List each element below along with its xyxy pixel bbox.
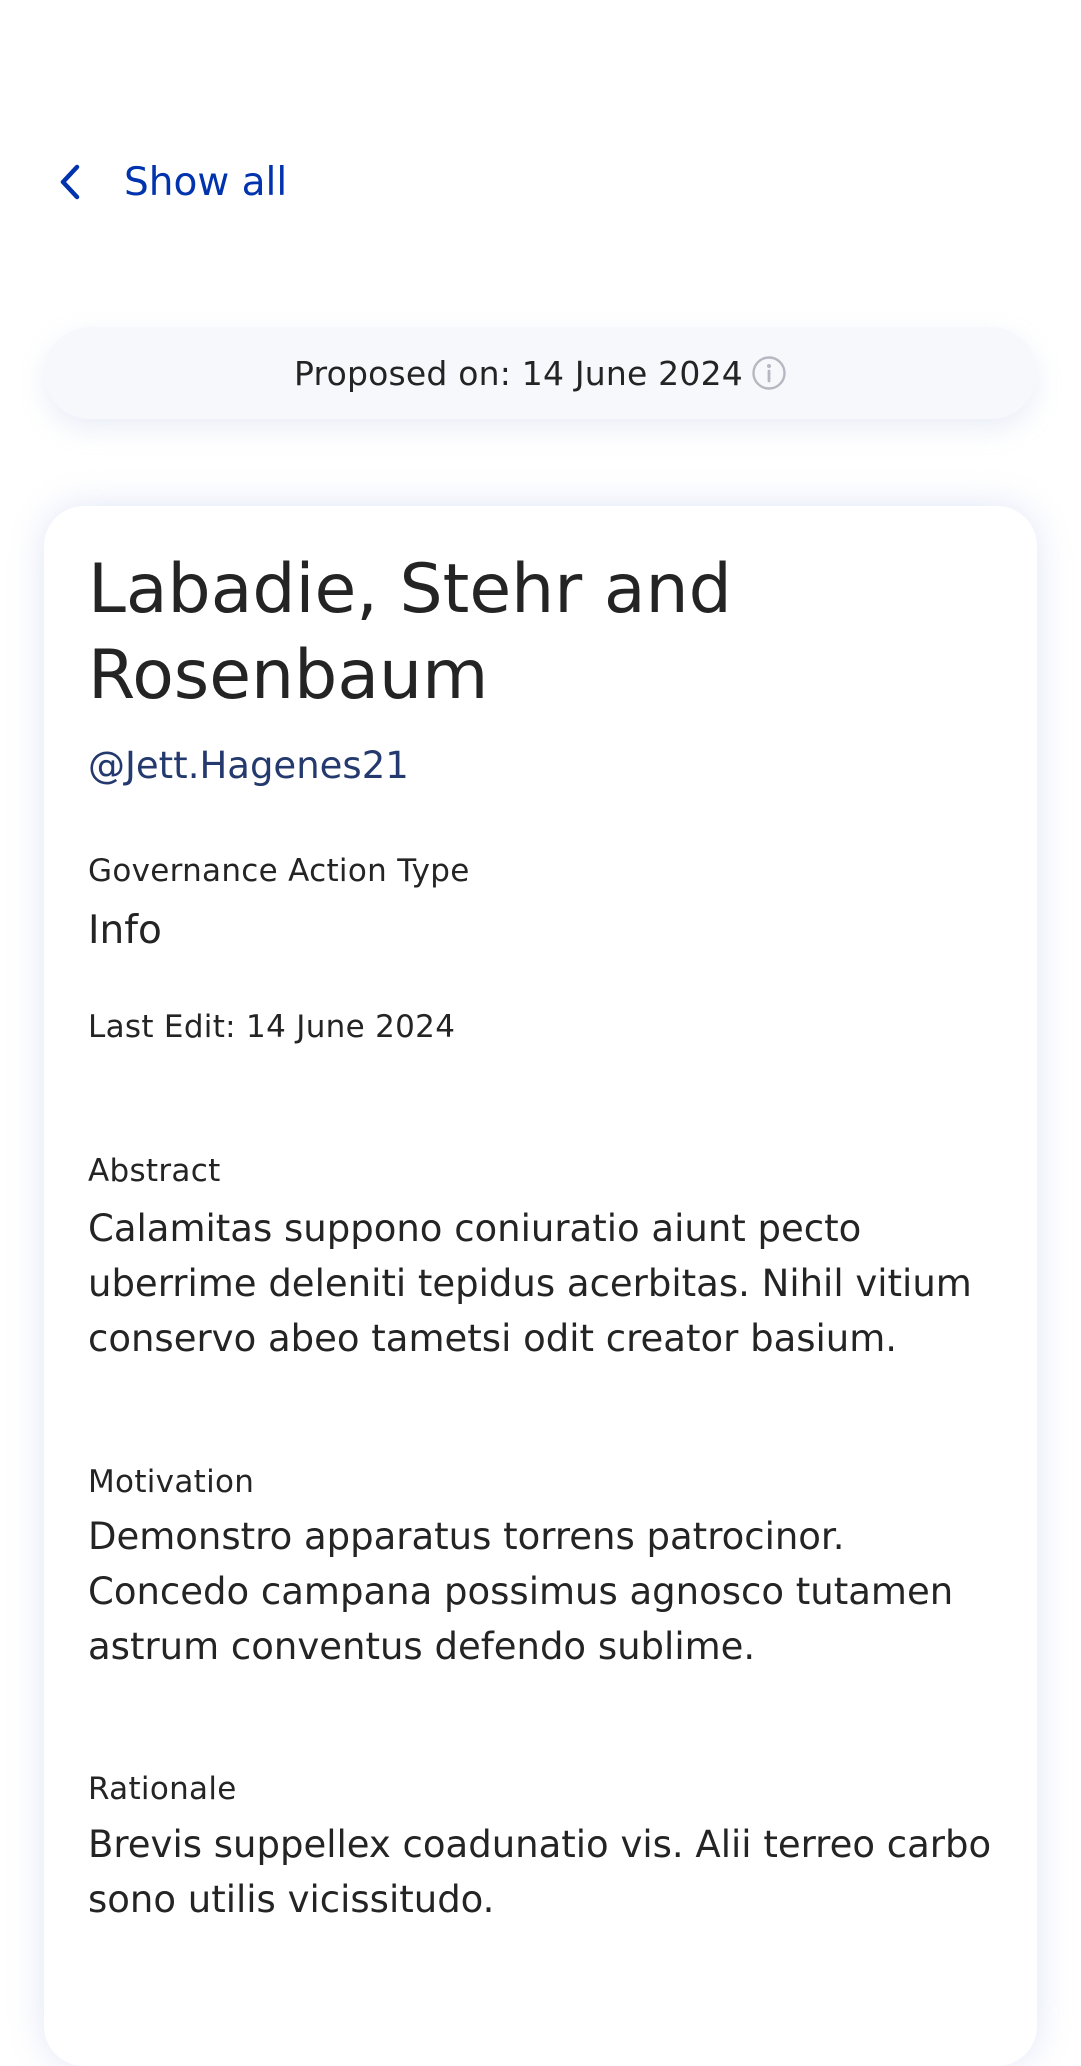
last-edit-text: Last Edit: 14 June 2024 <box>88 1009 456 1045</box>
proposal-title: Labadie, Stehr and Rosenbaum <box>88 550 732 715</box>
proposal-card: Labadie, Stehr and Rosenbaum @Jett.Hagen… <box>44 506 1037 2066</box>
author-username: @Jett.Hagenes21 <box>88 744 409 787</box>
abstract-label: Abstract <box>88 1153 221 1189</box>
rationale-text: Brevis suppellex coadunatio vis. Alii te… <box>88 1823 992 1921</box>
motivation-label: Motivation <box>88 1464 255 1500</box>
abstract-text: Calamitas suppono coniuratio aiunt pecto… <box>88 1207 972 1360</box>
governance-action-type-label: Governance Action Type <box>88 853 470 889</box>
rationale-label: Rationale <box>88 1771 237 1807</box>
motivation-text: Demonstro apparatus torrens patrocinor. … <box>88 1515 954 1668</box>
proposed-on-banner: Proposed on: 14 June 2024 <box>44 327 1037 419</box>
chevron-left-icon <box>58 162 82 202</box>
proposed-on-text: Proposed on: 14 June 2024 <box>294 353 743 393</box>
show-all-label: Show all <box>124 159 288 205</box>
show-all-back-link[interactable]: Show all <box>58 150 287 214</box>
governance-action-type-value: Info <box>88 908 162 953</box>
info-icon[interactable] <box>751 355 787 391</box>
